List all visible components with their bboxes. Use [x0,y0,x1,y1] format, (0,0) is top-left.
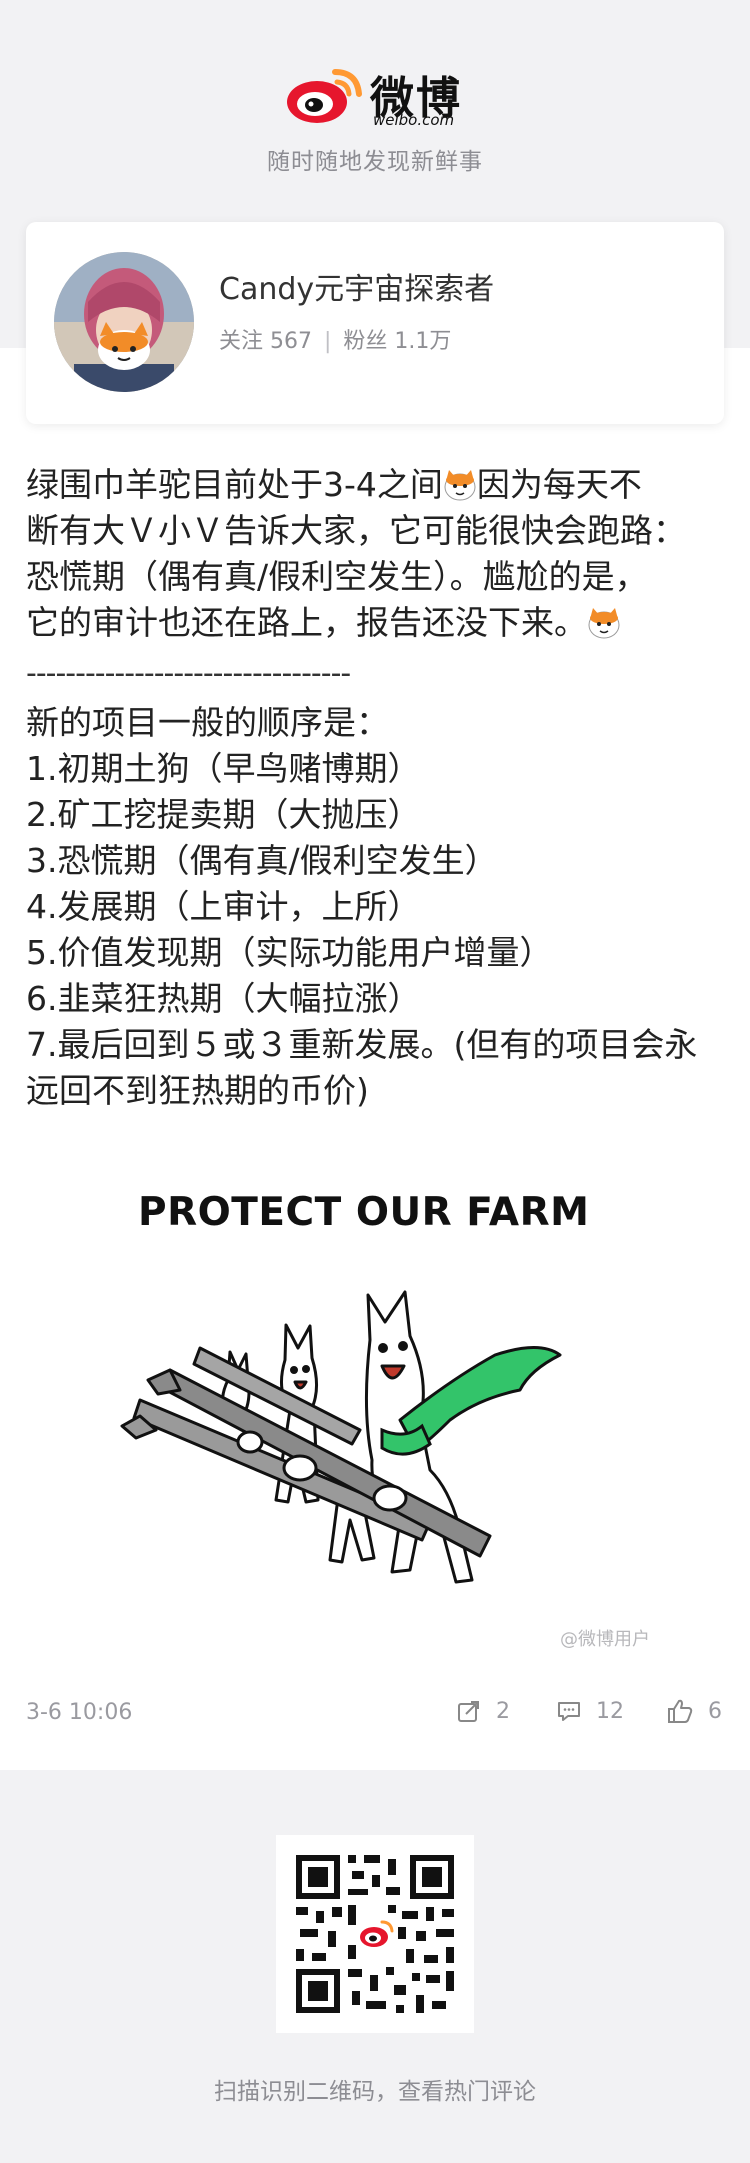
list-item: 6.韭菜狂热期（大幅拉涨） [26,979,421,1018]
image-title: PROTECT OUR FARM [138,1190,590,1235]
share-button[interactable]: 2 [456,1698,510,1724]
post-timestamp: 3-6 10:06 [26,1700,133,1725]
list-item: 2.矿工挖提卖期（大抛压） [26,795,421,834]
list-heading: 新的项目一般的顺序是： [26,703,389,742]
project-stage-list: 新的项目一般的顺序是： 1.初期土狗（早鸟赌博期） 2.矿工挖提卖期（大抛压） … [26,700,726,1114]
image-credit: @微博用户 [560,1629,650,1650]
post-line-4: 它的审计也还在路上，报告还没下来。 [26,603,587,642]
avatar-image [54,252,194,392]
post-actions-row: 3-6 10:06 2 12 6 [26,1698,726,1740]
stats-separator: | [324,329,332,354]
list-item: 1.初期土狗（早鸟赌博期） [26,749,421,788]
comment-icon [558,1702,580,1721]
following-count[interactable]: 关注 567 [219,329,312,354]
share-icon [458,1701,479,1722]
list-item: 3.恐慌期（偶有真/假利空发生） [26,841,498,880]
qr-code-image [296,1855,454,2013]
author-card[interactable]: Candy元宇宙探索者 关注 567 | 粉丝 1.1万 [26,222,724,424]
qr-caption: 扫描识别二维码，查看热门评论 [214,2079,536,2105]
post-image[interactable]: PROTECT OUR FARM [100,1190,700,1660]
cat-emoji-icon [444,470,476,501]
post-line-2: 断有大Ｖ小Ｖ告诉大家，它可能很快会跑路： [26,511,686,550]
weibo-logo-icon [287,69,362,123]
list-item: 4.发展期（上审计，上所） [26,887,421,926]
qr-footer: 扫描识别二维码，查看热门评论 [0,1772,750,2163]
comment-button[interactable]: 12 [556,1698,624,1724]
post-line-3: 恐慌期（偶有真/假利空发生）。尴尬的是， [26,557,648,596]
author-stats: 关注 567 | 粉丝 1.1万 [219,323,451,355]
like-count: 6 [708,1698,722,1724]
list-item: 远回不到狂热期的币价) [26,1071,369,1110]
avatar[interactable] [54,252,194,392]
post-line-1a: 绿围巾羊驼目前处于3-4之间 [26,465,443,504]
list-item: 7.最后回到５或３重新发展。(但有的项目会永 [26,1025,698,1064]
brand-tagline: 随时随地发现新鲜事 [267,149,483,175]
followers-count[interactable]: 粉丝 1.1万 [343,329,451,354]
text-divider: --------------------------------- [26,656,351,691]
cat-emoji-icon [588,608,620,639]
qr-code[interactable] [276,1835,474,2033]
alpacas-illustration [120,1290,562,1584]
share-count: 2 [496,1698,510,1724]
comment-count: 12 [596,1698,624,1724]
thumbs-up-icon [668,1699,693,1723]
weibo-brand[interactable]: 微博 weibo.com [285,62,505,132]
list-item: 5.价值发现期（实际功能用户增量） [26,933,553,972]
post-body: 绿围巾羊驼目前处于3-4之间 因为每天不 断有大Ｖ小Ｖ告诉大家，它可能很快会跑路：… [26,462,726,646]
brand-domain: weibo.com [373,111,455,129]
like-button[interactable]: 6 [666,1698,722,1724]
post-line-1b: 因为每天不 [476,465,642,504]
author-name[interactable]: Candy元宇宙探索者 [219,264,494,308]
